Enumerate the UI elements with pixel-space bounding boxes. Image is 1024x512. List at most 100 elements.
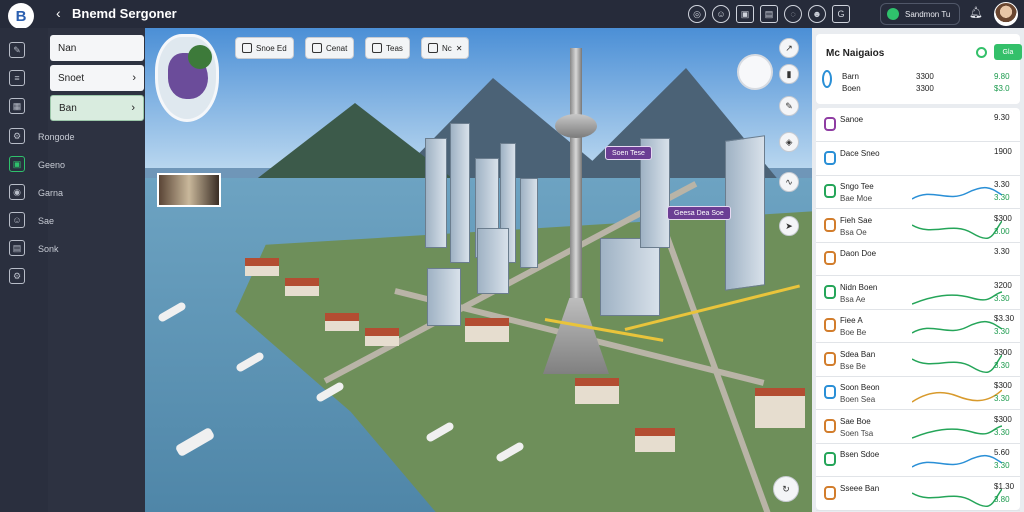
- filter-chip-4[interactable]: Nc ✕: [421, 37, 470, 59]
- app-logo[interactable]: B: [8, 3, 34, 29]
- metric-label: Daon Doe: [840, 249, 877, 258]
- metric-value: $300: [994, 414, 1012, 424]
- grid-icon: [312, 43, 322, 53]
- metric-row[interactable]: Soon Beon Boen Sea $300 3.30: [816, 376, 1020, 410]
- metric-value: $300: [994, 381, 1012, 390]
- metric-row[interactable]: Sngo Tee Bae Moe 3.30 3.30: [816, 175, 1020, 209]
- map-label-tag[interactable]: Soen Tese: [605, 146, 652, 160]
- city-map-view[interactable]: Snoe Ed Cenat Teas Nc ✕ Soen Tese Geesa …: [145, 28, 812, 512]
- sparkline: [912, 220, 1002, 239]
- office-building: [477, 228, 509, 294]
- app-store-icon[interactable]: G: [832, 5, 850, 23]
- status-pill[interactable]: Sandmon Tu: [880, 3, 960, 25]
- globe-icon[interactable]: ◉: [9, 184, 25, 200]
- metric-icon: [824, 117, 836, 131]
- location-icon[interactable]: ◎: [688, 5, 706, 23]
- toolbar-icons: ◎ ☺ ▣ ▤ ◌ ☻ G: [688, 5, 850, 23]
- metric-sublabel: Bae Moe: [840, 194, 873, 203]
- people-icon[interactable]: ☺: [712, 5, 730, 23]
- grid-icon[interactable]: ▦: [9, 98, 25, 114]
- metric-delta: 3.30: [994, 427, 1010, 437]
- tools-icon[interactable]: ✎: [9, 42, 25, 58]
- skyscraper: [520, 178, 538, 268]
- measure-icon[interactable]: ∿: [779, 172, 799, 192]
- map-label-tag[interactable]: Geesa Dea Soe: [667, 206, 731, 220]
- metric-row[interactable]: Sdea Ban Bse Be 3300 3.30: [816, 343, 1020, 377]
- title-bar: B ‹ Bnemd Sergoner ◎ ☺ ▣ ▤ ◌ ☻ G Sandmon…: [0, 0, 1024, 29]
- side-label-4[interactable]: Sae: [38, 216, 54, 226]
- minimap[interactable]: [155, 34, 219, 122]
- metric-row[interactable]: Sae Boe Soen Tsa $300 3.30: [816, 410, 1020, 444]
- settings-icon[interactable]: ⚙: [9, 128, 25, 144]
- sparkline-path: [912, 488, 1002, 507]
- metric-row[interactable]: Fiee A Boe Be $3.30 3.30: [816, 309, 1020, 343]
- metric-icon: [824, 418, 836, 433]
- share-icon[interactable]: ↗: [779, 38, 799, 58]
- chip-label: Nc: [442, 43, 452, 53]
- metric-label: Sseee Ban: [840, 483, 880, 493]
- sparkline-path: [912, 389, 1002, 403]
- metric-icon: [824, 284, 836, 299]
- sparkline: [912, 488, 1002, 507]
- nav-button-label: Ban: [59, 102, 77, 114]
- nav-button-2[interactable]: Snoet ›: [50, 65, 144, 91]
- skyscraper: [450, 123, 470, 263]
- pin-icon[interactable]: ✎: [779, 96, 799, 116]
- metric-value: $1.30: [994, 481, 1015, 491]
- refresh-ring-icon[interactable]: [976, 47, 987, 58]
- metric-row[interactable]: Sseee Ban $1.30 3.80: [816, 477, 1020, 511]
- back-arrow-icon[interactable]: ‹: [56, 5, 61, 21]
- metric-row[interactable]: Daon Doe 3.30: [816, 242, 1020, 276]
- metric-delta: 3.30: [994, 461, 1010, 470]
- side-label-3[interactable]: Garna: [38, 188, 63, 198]
- metric-row[interactable]: Bsen Sdoe 5.60 3.30: [816, 443, 1020, 477]
- user-avatar[interactable]: [994, 2, 1018, 26]
- metric-row[interactable]: Sanoe 9.30: [816, 108, 1020, 142]
- side-label-1[interactable]: Rongode: [38, 132, 75, 142]
- close-icon[interactable]: ✕: [456, 44, 463, 53]
- dashboard-icon[interactable]: ▣: [9, 156, 25, 172]
- sparkline-path: [912, 320, 1002, 334]
- sparkline: [912, 454, 1002, 468]
- nav-button-3[interactable]: Ban ›: [50, 95, 144, 121]
- filter-chip-2[interactable]: Cenat: [305, 37, 355, 59]
- metric-row[interactable]: Dace Sneo 1900: [816, 142, 1020, 176]
- smile-icon[interactable]: ☻: [808, 5, 826, 23]
- metric-icon: [824, 217, 836, 232]
- side-label-5[interactable]: Sonk: [38, 244, 59, 254]
- metric-icon: [824, 184, 836, 198]
- metric-sublabel: Bse Be: [840, 361, 866, 371]
- house: [575, 378, 619, 404]
- location-thumbnail[interactable]: [157, 173, 221, 207]
- metric-label: Soon Beon: [840, 383, 880, 392]
- archive-icon[interactable]: ▤: [9, 240, 25, 256]
- filter-chip-1[interactable]: Snoe Ed: [235, 37, 294, 59]
- skyscraper: [425, 138, 447, 248]
- notes-icon[interactable]: ≡: [9, 70, 25, 86]
- metric-value: 1900: [994, 146, 1012, 156]
- team-icon[interactable]: ☺: [9, 212, 25, 228]
- summary-label-b: Boen: [842, 84, 861, 93]
- side-label-2[interactable]: Geeno: [38, 160, 65, 170]
- location-arrow-icon[interactable]: ➤: [779, 216, 799, 236]
- summary-val-a: 3300: [916, 72, 934, 81]
- image-icon[interactable]: ▤: [760, 5, 778, 23]
- camera-icon[interactable]: ▣: [736, 5, 754, 23]
- nav-button-1[interactable]: Nan: [50, 35, 144, 61]
- metric-value: 3.30: [994, 247, 1010, 256]
- layers-icon[interactable]: ◈: [779, 132, 799, 152]
- metric-row[interactable]: Fieh Sae Bsa Oe $300 3.00: [816, 209, 1020, 243]
- save-icon[interactable]: ▮: [779, 64, 799, 84]
- compass-icon[interactable]: [737, 54, 773, 90]
- panel-action-button[interactable]: Gla: [994, 44, 1022, 60]
- metric-icon: [824, 150, 836, 165]
- gear-icon[interactable]: ⚙: [9, 268, 25, 284]
- metric-row[interactable]: Nidn Boen Bsa Ae 3200 3.30: [816, 276, 1020, 310]
- filter-chip-3[interactable]: Teas: [365, 37, 410, 59]
- house: [365, 328, 399, 346]
- bell-icon[interactable]: 🔔︎: [968, 6, 984, 22]
- house: [755, 388, 805, 428]
- refresh-icon[interactable]: ↻: [773, 476, 799, 502]
- chat-icon[interactable]: ◌: [784, 5, 802, 23]
- metrics-list: Sanoe 9.30 Dace Sneo 1900 Sngo Tee Bae Moe 3.3…: [816, 108, 1020, 511]
